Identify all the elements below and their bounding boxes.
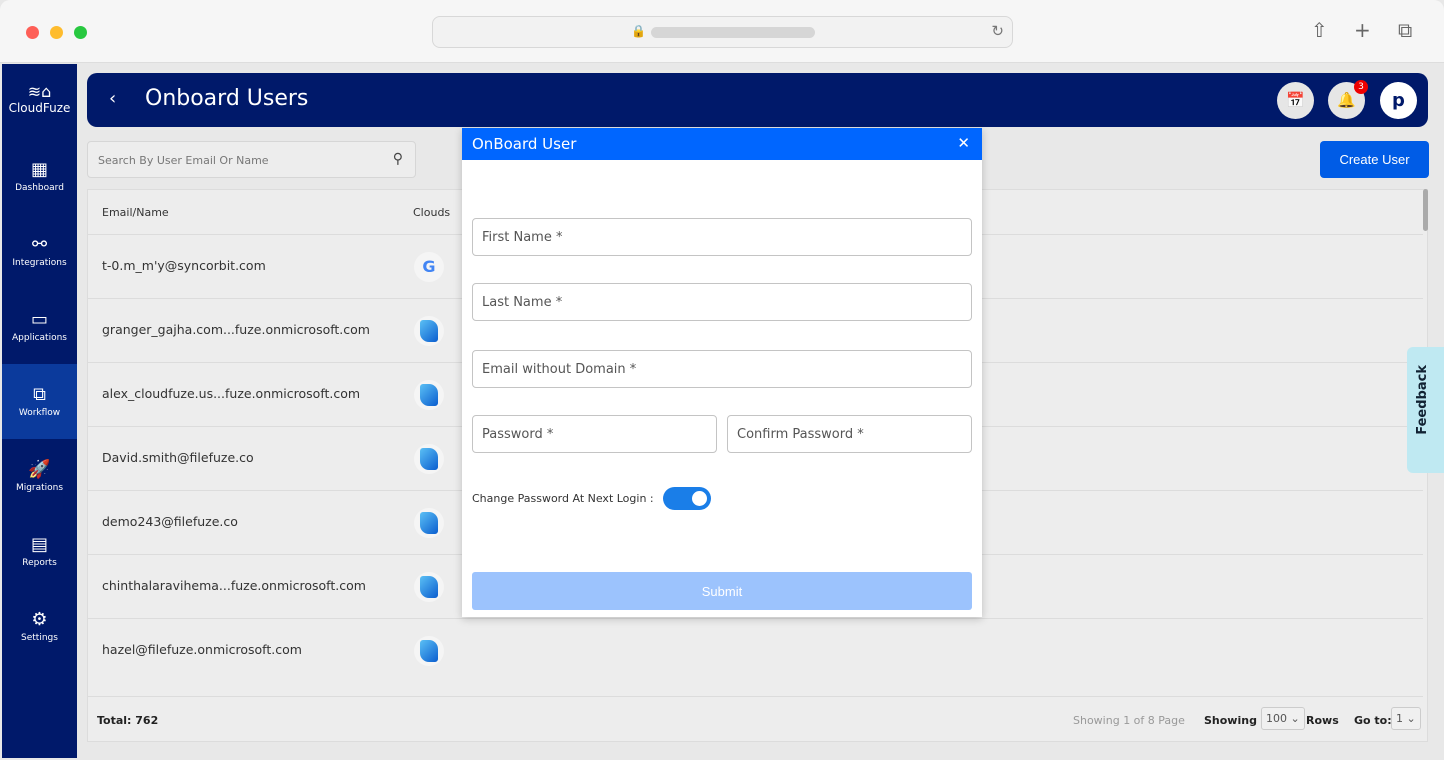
modal-header: OnBoard User ✕ (462, 128, 982, 160)
google-cloud-icon: G (414, 252, 444, 282)
logo: ≋⌂ CloudFuze (8, 82, 71, 115)
close-icon[interactable]: ✕ (957, 134, 970, 152)
sidebar-item-settings[interactable]: ⚙ Settings (2, 589, 77, 664)
sidebar-item-dashboard[interactable]: ▦ Dashboard (2, 139, 77, 214)
sidebar-item-reports[interactable]: ▤ Reports (2, 514, 77, 589)
page-header: ‹ Onboard Users 📅 🔔 3 p (87, 73, 1428, 127)
column-header-email: Email/Name (102, 206, 169, 219)
change-password-label: Change Password At Next Login : (472, 492, 654, 505)
password-placeholder: Password * (482, 427, 554, 442)
report-icon: ▤ (30, 534, 48, 555)
notifications-button[interactable]: 🔔 3 (1328, 80, 1368, 119)
total-count: Total: 762 (97, 714, 159, 727)
rows-label: Rows (1306, 714, 1339, 727)
search-input[interactable]: Search By User Email Or Name ⚲ (87, 141, 416, 178)
password-field[interactable]: Password * (472, 415, 717, 453)
onedrive-cloud-icon (414, 380, 444, 410)
table-row[interactable]: hazel@filefuze.onmicrosoft.com (88, 618, 1423, 682)
showing-label: Showing : (1204, 714, 1266, 727)
create-user-button[interactable]: Create User (1320, 141, 1429, 178)
goto-label: Go to: (1354, 714, 1392, 727)
sidebar-item-workflow[interactable]: ⧉ Workflow (2, 364, 77, 439)
onboard-user-modal: OnBoard User ✕ First Name * Last Name * E… (462, 128, 982, 617)
sidebar-item-migrations[interactable]: 🚀 Migrations (2, 439, 77, 514)
goto-page-select[interactable]: 1 ⌄ (1391, 707, 1421, 730)
change-password-toggle[interactable] (663, 487, 711, 510)
onedrive-cloud-icon (414, 572, 444, 602)
search-placeholder: Search By User Email Or Name (98, 154, 269, 167)
modal-title: OnBoard User (472, 135, 577, 153)
onedrive-cloud-icon (414, 508, 444, 538)
rows-per-page-select[interactable]: 100 ⌄ (1261, 707, 1305, 730)
address-bar[interactable]: 🔒 ↻ (432, 16, 1013, 48)
window-icon: ▭ (30, 309, 48, 330)
sidebar-item-integrations[interactable]: ⚯ Integrations (2, 214, 77, 289)
tabs-icon[interactable]: ⧉ (1398, 18, 1412, 42)
user-email: granger_gajha.com...fuze.onmicrosoft.com (102, 322, 370, 337)
page-title: Onboard Users (145, 86, 309, 111)
confirm-password-field[interactable]: Confirm Password * (727, 415, 972, 453)
table-footer: Total: 762 Showing 1 of 8 Page Showing :… (88, 696, 1423, 742)
nav-label: Dashboard (15, 183, 64, 193)
nav-label: Reports (22, 558, 57, 568)
sidebar-item-applications[interactable]: ▭ Applications (2, 289, 77, 364)
scrollbar[interactable] (1423, 189, 1428, 231)
user-email: demo243@filefuze.co (102, 514, 238, 529)
avatar[interactable]: p (1380, 82, 1417, 119)
close-window-button[interactable] (26, 26, 39, 39)
goto-value: 1 (1396, 712, 1403, 725)
first-name-field[interactable]: First Name * (472, 218, 972, 256)
nav-label: Workflow (18, 408, 61, 418)
browser-chrome: 🔒 ↻ ⇧ + ⧉ (0, 0, 1444, 63)
last-name-placeholder: Last Name * (482, 295, 563, 310)
last-name-field[interactable]: Last Name * (472, 283, 972, 321)
nav-label: Integrations (12, 258, 67, 268)
rocket-icon: 🚀 (28, 459, 51, 480)
submit-button[interactable]: Submit (472, 572, 972, 610)
maximize-window-button[interactable] (74, 26, 87, 39)
dashboard-icon: ▦ (30, 159, 48, 180)
user-email: hazel@filefuze.onmicrosoft.com (102, 642, 302, 657)
sidebar: ≋⌂ CloudFuze ▦ Dashboard ⚯ Integrations ▭ Ap… (2, 64, 77, 758)
minimize-window-button[interactable] (50, 26, 63, 39)
back-button[interactable]: ‹ (109, 88, 116, 109)
confirm-password-placeholder: Confirm Password * (737, 427, 864, 442)
onedrive-cloud-icon (414, 316, 444, 346)
bell-icon: 🔔 (1337, 91, 1356, 109)
feedback-label: Feedback (1415, 365, 1430, 435)
email-field[interactable]: Email without Domain * (472, 350, 972, 388)
onedrive-cloud-icon (414, 444, 444, 474)
rows-value: 100 (1266, 712, 1287, 725)
reload-icon[interactable]: ↻ (991, 22, 1004, 40)
share-icon[interactable]: ⇧ (1311, 18, 1328, 42)
user-email: chinthalaravihema...fuze.onmicrosoft.com (102, 578, 366, 593)
calendar-clock-icon: 📅 (1286, 91, 1305, 109)
column-header-clouds: Clouds (413, 206, 451, 219)
nav-label: Migrations (15, 483, 64, 493)
user-email: alex_cloudfuze.us...fuze.onmicrosoft.com (102, 386, 361, 401)
page-info: Showing 1 of 8 Page (1073, 714, 1185, 727)
nav-label: Applications (12, 333, 67, 343)
first-name-placeholder: First Name * (482, 230, 563, 245)
lock-icon: 🔒 (631, 24, 646, 38)
new-tab-icon[interactable]: + (1354, 18, 1371, 42)
plug-icon: ⚯ (31, 234, 48, 255)
email-placeholder: Email without Domain * (482, 362, 637, 377)
feedback-tab[interactable]: Feedback (1407, 347, 1444, 473)
calendar-button[interactable]: 📅 (1277, 82, 1314, 119)
notification-badge: 3 (1354, 80, 1368, 94)
search-icon[interactable]: ⚲ (393, 151, 403, 167)
user-email: David.smith@filefuze.co (102, 450, 254, 465)
nav-label: Settings (21, 633, 58, 643)
gear-icon: ⚙ (31, 609, 48, 630)
user-email: t-0.m_m'y@syncorbit.com (102, 258, 266, 273)
onedrive-cloud-icon (414, 636, 444, 666)
workflow-icon: ⧉ (33, 384, 46, 405)
